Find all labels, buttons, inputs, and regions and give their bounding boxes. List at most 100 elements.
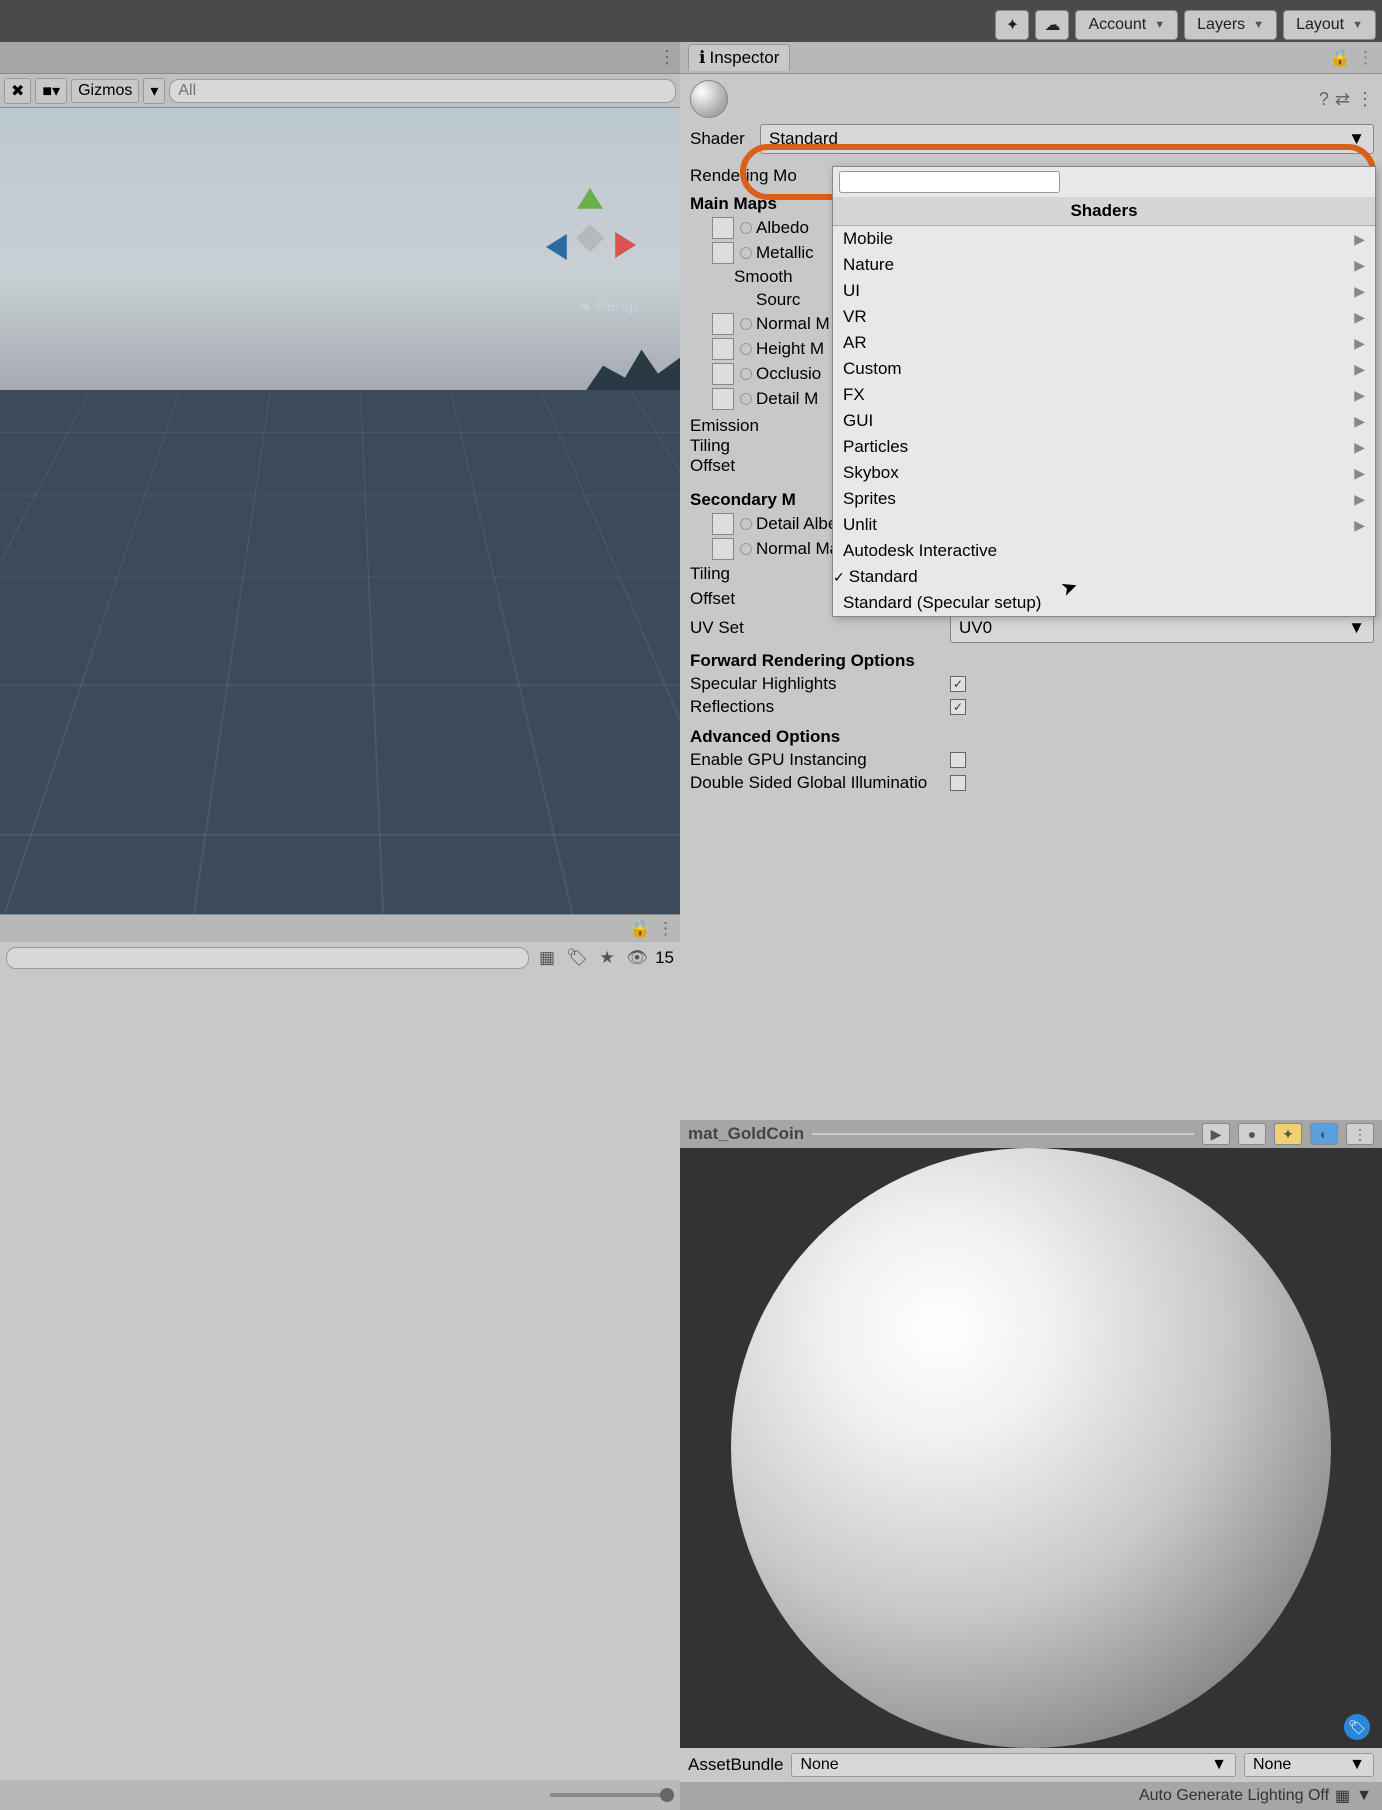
shader-item[interactable]: UI▶ — [833, 278, 1375, 304]
shader-item[interactable]: FX▶ — [833, 382, 1375, 408]
advanced-opts-title: Advanced Options — [690, 727, 1374, 747]
preset-icon[interactable]: ⇄ — [1335, 89, 1350, 110]
shader-item-label: Standard (Specular setup) — [843, 593, 1041, 613]
shader-item[interactable]: GUI▶ — [833, 408, 1375, 434]
kebab-icon[interactable]: ⋮ — [657, 919, 674, 939]
shader-item[interactable]: Sprites▶ — [833, 486, 1375, 512]
shader-dropdown[interactable]: Standard ▼ — [760, 124, 1374, 154]
light-icon[interactable]: ✦ — [1274, 1123, 1302, 1145]
help-icon[interactable]: ? — [1319, 89, 1329, 110]
lighting-status[interactable]: Auto Generate Lighting Off — [1139, 1787, 1329, 1805]
scene-view[interactable]: ◄ Persp — [0, 108, 680, 914]
axis-x-icon[interactable] — [610, 232, 636, 258]
occlusion-texture-slot[interactable] — [712, 363, 734, 385]
orientation-gizmo[interactable] — [540, 188, 640, 288]
picker-icon[interactable] — [740, 247, 752, 259]
shader-item[interactable]: Autodesk Interactive — [833, 538, 1375, 564]
dsgi-checkbox[interactable] — [950, 775, 966, 791]
cloud-icon[interactable]: ☁ — [1035, 10, 1069, 40]
shader-item[interactable]: VR ▶ — [833, 304, 1375, 330]
lock-icon[interactable]: 🔒 — [1330, 48, 1351, 68]
shader-item[interactable]: Nature▶ — [833, 252, 1375, 278]
reflections-checkbox[interactable]: ✓ — [950, 699, 966, 715]
gizmos-dropdown[interactable]: ▾ — [143, 78, 165, 104]
detail-albedo-texture-slot[interactable] — [712, 513, 734, 535]
collab-icon[interactable]: ✦ — [995, 10, 1029, 40]
metallic-texture-slot[interactable] — [712, 242, 734, 264]
chevron-down-icon[interactable]: ▼ — [1356, 1787, 1372, 1805]
play-icon[interactable]: ▶ — [1202, 1123, 1230, 1145]
uvset-value: UV0 — [959, 618, 992, 638]
tag-icon[interactable]: 🏷 — [1344, 1714, 1370, 1740]
uvset-dropdown[interactable]: UV0▼ — [950, 613, 1374, 643]
layout-label: Layout — [1296, 16, 1344, 34]
picker-icon[interactable] — [740, 368, 752, 380]
picker-icon[interactable] — [740, 343, 752, 355]
shader-item[interactable]: Unlit▶ — [833, 512, 1375, 538]
chevron-right-icon: ▶ — [1354, 309, 1365, 326]
project-toolbar: ▦ 🏷 ★ 👁 15 — [0, 942, 680, 974]
thumbnail-size-slider[interactable] — [550, 1793, 670, 1797]
picker-icon[interactable] — [740, 543, 752, 555]
project-body[interactable] — [0, 974, 680, 1780]
shader-item[interactable]: AR▶ — [833, 330, 1375, 356]
spec-highlights-checkbox[interactable]: ✓ — [950, 676, 966, 692]
sky-icon[interactable]: ◐ — [1310, 1123, 1338, 1145]
chevron-right-icon: ▶ — [1354, 413, 1365, 430]
scene-search[interactable] — [169, 79, 676, 103]
picker-icon[interactable] — [740, 222, 752, 234]
shader-item[interactable]: ✓Standard — [833, 564, 1375, 590]
reflections-label: Reflections — [690, 697, 950, 717]
hidden-icon[interactable]: 👁 — [625, 948, 649, 968]
kebab-icon[interactable]: ⋮ — [1346, 1123, 1374, 1145]
shader-item[interactable]: Skybox▶ — [833, 460, 1375, 486]
camera-icon[interactable]: ■▾ — [35, 78, 67, 104]
heightmap-texture-slot[interactable] — [712, 338, 734, 360]
filter-icon[interactable]: ▦ — [535, 948, 559, 968]
shader-item[interactable]: Standard (Specular setup) — [833, 590, 1375, 616]
lighting-icon[interactable]: ▦ — [1335, 1786, 1350, 1806]
shader-item-label: Sprites — [843, 489, 896, 509]
shader-item[interactable]: Custom▶ — [833, 356, 1375, 382]
shader-item-label: Particles — [843, 437, 908, 457]
tab-inspector[interactable]: ℹ Inspector — [688, 44, 790, 71]
kebab-icon[interactable]: ⋮ — [1357, 48, 1374, 68]
shader-item[interactable]: Mobile▶ — [833, 226, 1375, 252]
check-icon: ✓ — [833, 569, 845, 586]
preview-header: mat_GoldCoin ▶ ● ✦ ◐ ⋮ — [680, 1120, 1382, 1148]
albedo-texture-slot[interactable] — [712, 217, 734, 239]
shader-label: Shader — [690, 129, 750, 149]
shader-item-label: AR — [843, 333, 867, 353]
shader-popup-search[interactable] — [839, 171, 1060, 193]
normalmap2-texture-slot[interactable] — [712, 538, 734, 560]
assetbundle-variant-dropdown[interactable]: None▼ — [1244, 1753, 1374, 1777]
scene-header: ⋮ — [0, 42, 680, 74]
persp-label[interactable]: ◄ Persp — [576, 298, 638, 316]
kebab-icon[interactable]: ⋮ — [658, 47, 676, 68]
account-menu[interactable]: Account▼ — [1075, 10, 1178, 40]
gpu-instancing-checkbox[interactable] — [950, 752, 966, 768]
preview-body[interactable]: 🏷 — [680, 1148, 1382, 1748]
normalmap-texture-slot[interactable] — [712, 313, 734, 335]
axis-y-icon[interactable] — [577, 188, 603, 214]
kebab-icon[interactable]: ⋮ — [1356, 89, 1374, 110]
detailmask-texture-slot[interactable] — [712, 388, 734, 410]
shader-item-label: VR — [843, 307, 867, 327]
picker-icon[interactable] — [740, 318, 752, 330]
project-search[interactable] — [6, 947, 529, 969]
wrench-icon[interactable]: ✖ — [4, 78, 31, 104]
picker-icon[interactable] — [740, 518, 752, 530]
tag-icon[interactable]: 🏷 — [565, 948, 589, 968]
picker-icon[interactable] — [740, 393, 752, 405]
star-icon[interactable]: ★ — [595, 948, 619, 968]
assetbundle-name-dropdown[interactable]: None▼ — [791, 1753, 1236, 1777]
assetbundle-bar: AssetBundle None▼ None▼ — [680, 1748, 1382, 1782]
axis-z-icon[interactable] — [546, 234, 572, 260]
gizmo-cube[interactable] — [576, 224, 604, 252]
lock-icon[interactable]: 🔒 — [630, 919, 651, 939]
shader-item[interactable]: Particles▶ — [833, 434, 1375, 460]
gizmos-toggle[interactable]: Gizmos — [71, 79, 139, 103]
layers-menu[interactable]: Layers▼ — [1184, 10, 1277, 40]
sphere-icon[interactable]: ● — [1238, 1123, 1266, 1145]
layout-menu[interactable]: Layout▼ — [1283, 10, 1376, 40]
